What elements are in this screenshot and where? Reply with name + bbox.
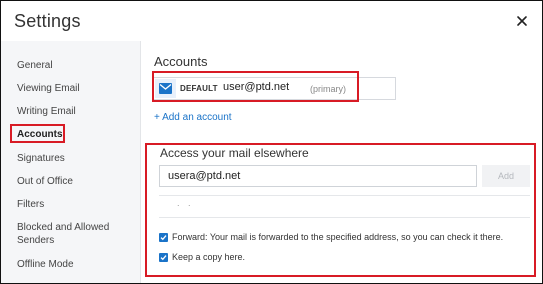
sidebar-item-viewing-email[interactable]: Viewing Email xyxy=(17,82,80,95)
access-section-title: Access your mail elsewhere xyxy=(160,146,309,160)
forward-checkbox[interactable] xyxy=(159,233,168,242)
divider xyxy=(159,217,530,218)
settings-dialog: Settings General Viewing Email Writing E… xyxy=(0,0,543,284)
account-highlight-box xyxy=(152,71,359,102)
sidebar-item-writing-email[interactable]: Writing Email xyxy=(17,105,76,118)
access-elsewhere-section: Access your mail elsewhere Add . . Forwa… xyxy=(145,143,536,277)
sidebar-item-filters[interactable]: Filters xyxy=(17,198,44,211)
add-forward-button[interactable]: Add xyxy=(482,165,530,187)
add-account-link[interactable]: + Add an account xyxy=(154,112,232,123)
forward-email-input[interactable] xyxy=(159,165,477,187)
forward-label: Forward: Your mail is forwarded to the s… xyxy=(172,232,504,242)
accounts-section-title: Accounts xyxy=(154,54,208,69)
sidebar-item-offline-mode[interactable]: Offline Mode xyxy=(17,258,74,271)
settings-sidebar: General Viewing Email Writing Email Acco… xyxy=(1,41,141,283)
divider xyxy=(159,195,530,196)
dialog-header: Settings xyxy=(1,1,542,41)
settings-main-panel: Accounts DEFAULT user@ptd.net (primary) … xyxy=(141,41,542,283)
sidebar-item-general[interactable]: General xyxy=(17,59,53,72)
placeholder-dots: . . xyxy=(177,198,194,208)
close-icon[interactable] xyxy=(514,13,530,29)
sidebar-item-out-of-office[interactable]: Out of Office xyxy=(17,175,73,188)
dialog-title: Settings xyxy=(14,11,81,31)
sidebar-item-signatures[interactable]: Signatures xyxy=(17,152,65,165)
accounts-highlight-box xyxy=(10,124,65,143)
keep-copy-checkbox[interactable] xyxy=(159,253,168,262)
keep-copy-label: Keep a copy here. xyxy=(172,252,246,262)
sidebar-item-blocked-allowed-senders[interactable]: Blocked and Allowed Senders xyxy=(17,221,122,247)
